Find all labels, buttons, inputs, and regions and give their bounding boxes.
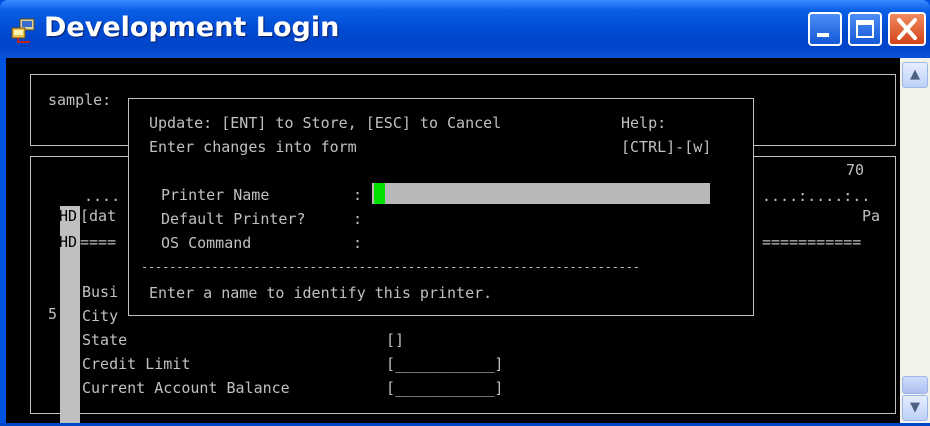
- printer-name-input[interactable]: [372, 183, 710, 204]
- state-label: State: [82, 331, 128, 349]
- row-city: City: [82, 307, 119, 325]
- dialog-help-key[interactable]: [CTRL]-[w]: [621, 139, 711, 156]
- scroll-up-button[interactable]: ▲: [902, 62, 928, 88]
- credit-limit-label: Credit Limit: [82, 355, 191, 373]
- dialog-hint: Enter a name to identify this printer.: [149, 284, 493, 302]
- row-busi: Busi: [82, 283, 119, 301]
- credit-limit-field[interactable]: [___________]: [386, 356, 503, 373]
- maximize-icon: [856, 20, 874, 38]
- printer-dialog: Update: [ENT] to Store, [ESC] to Cancel …: [128, 98, 754, 316]
- form-top-label: sample:: [48, 91, 112, 109]
- dialog-help-label: Help:: [621, 114, 667, 132]
- close-button[interactable]: [888, 12, 926, 46]
- minimize-icon: [817, 33, 829, 37]
- printer-name-colon: :: [353, 186, 363, 204]
- app-window: Development Login sample: 70 .... ....:.…: [0, 0, 930, 426]
- window-title: Development Login: [44, 12, 340, 43]
- printer-name-label: Printer Name: [161, 186, 270, 204]
- minimize-button[interactable]: [808, 12, 842, 46]
- account-balance-field[interactable]: [___________]: [386, 380, 503, 397]
- row-number: 5: [48, 305, 58, 323]
- default-printer-colon: :: [353, 210, 363, 228]
- close-icon: [897, 18, 917, 40]
- dialog-instructions-2: Enter changes into form: [149, 138, 357, 156]
- hd-label-1: HD: [59, 207, 78, 225]
- hd-text-2: ====: [80, 233, 117, 251]
- vertical-scrollbar[interactable]: ▲ ▼: [900, 58, 930, 426]
- chevron-up-icon: ▲: [910, 67, 920, 82]
- os-command-label: OS Command: [161, 234, 252, 252]
- hd-right-2: ===========: [762, 233, 862, 251]
- dialog-instructions-1: Update: [ENT] to Store, [ESC] to Cancel: [149, 114, 502, 132]
- ruler-right: ....:....:..: [762, 187, 871, 205]
- state-field[interactable]: []: [386, 332, 404, 349]
- hd-text-1: [dat: [80, 207, 117, 225]
- terminal-area[interactable]: sample: 70 .... ....:....:.. HD [dat Pa …: [6, 58, 900, 423]
- maximize-button[interactable]: [848, 12, 882, 46]
- account-balance-label: Current Account Balance: [82, 379, 290, 397]
- dialog-separator: ----------------------------------------…: [141, 260, 640, 274]
- title-bar[interactable]: Development Login: [0, 0, 930, 58]
- text-cursor: [374, 183, 385, 204]
- ruler-left: ....: [84, 187, 121, 205]
- network-connection-icon: [11, 18, 35, 43]
- default-printer-label: Default Printer?: [161, 210, 306, 228]
- column-number: 70: [846, 161, 865, 179]
- os-command-colon: :: [353, 234, 363, 252]
- chevron-down-icon: ▼: [910, 400, 920, 415]
- hd-right-1: Pa: [862, 207, 881, 225]
- hd-label-2: HD: [59, 233, 78, 251]
- scroll-thumb[interactable]: [902, 376, 928, 394]
- scroll-down-button[interactable]: ▼: [902, 395, 928, 421]
